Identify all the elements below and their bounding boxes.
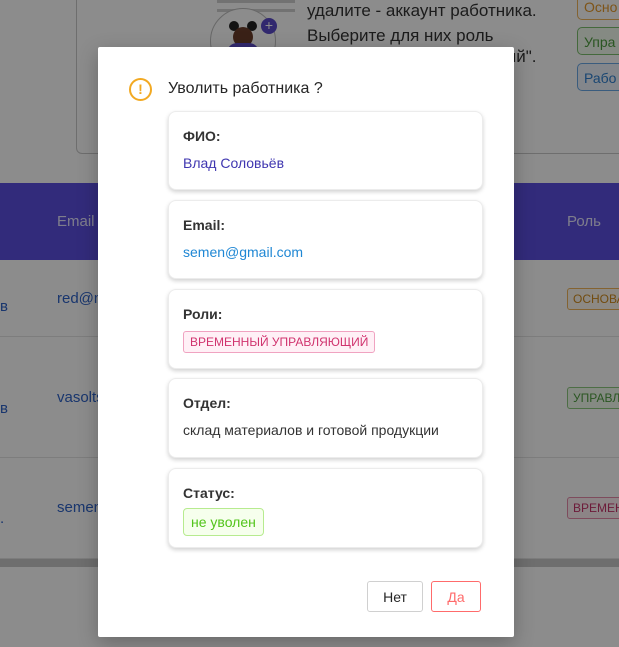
confirm-button[interactable]: Да <box>431 581 481 612</box>
cancel-button[interactable]: Нет <box>367 581 423 612</box>
email-card: Email: semen@gmail.com <box>168 200 483 279</box>
department-value: склад материалов и готовой продукции <box>183 422 439 438</box>
fio-value: Влад Соловьёв <box>183 155 285 171</box>
email-value: semen@gmail.com <box>183 244 304 260</box>
role-badge: ВРЕМЕННЫЙ УПРАВЛЯЮЩИЙ <box>183 331 376 353</box>
department-card: Отдел: склад материалов и готовой продук… <box>168 378 483 458</box>
department-label: Отдел: <box>183 395 231 411</box>
fio-label: ФИО: <box>183 128 221 144</box>
roles-card: Роли: ВРЕМЕННЫЙ УПРАВЛЯЮЩИЙ <box>168 289 483 369</box>
fio-card: ФИО: Влад Соловьёв <box>168 111 483 190</box>
status-card: Статус: не уволен <box>168 468 483 548</box>
roles-label: Роли: <box>183 306 223 322</box>
confirm-dismiss-modal: ! Уволить работника ? ФИО: Влад Соловьёв… <box>98 47 514 637</box>
email-label: Email: <box>183 217 226 233</box>
status-badge: не уволен <box>183 508 264 536</box>
warning-icon: ! <box>129 78 152 101</box>
status-label: Статус: <box>183 485 235 501</box>
modal-title: Уволить работника ? <box>168 80 323 97</box>
